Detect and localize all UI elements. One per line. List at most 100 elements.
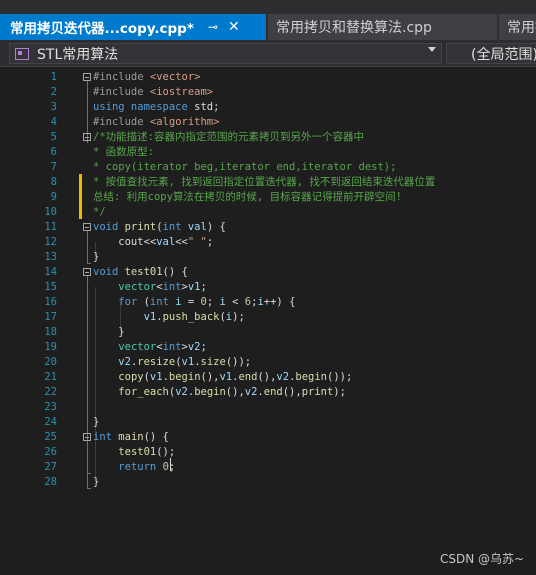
collapse-icon[interactable] [83, 223, 91, 231]
code-text: #include <vector> [93, 70, 200, 85]
code-text: /*功能描述:容器内指定范围的元素拷贝到另外一个容器中 [93, 130, 364, 145]
code-line[interactable]: 5 /*功能描述:容器内指定范围的元素拷贝到另外一个容器中 [0, 130, 536, 145]
code-token: copy [118, 371, 144, 383]
code-token: (), [200, 371, 220, 383]
code-line[interactable]: 16 for (int i = 0; i < 6;i++) { [0, 295, 536, 310]
code-line[interactable]: 22 for_each(v2.begin(),v2.end(),print); [0, 385, 536, 400]
project-dropdown[interactable]: STL常用算法 [9, 43, 442, 64]
code-token: vector [118, 341, 157, 353]
code-editor[interactable]: 1 #include <vector> 2 #include <iostream> 3 u… [0, 67, 536, 575]
code-token: (), [225, 386, 245, 398]
project-icon [15, 47, 29, 60]
code-line[interactable]: 13} [0, 250, 536, 265]
code-line[interactable]: 2 #include <iostream> [0, 85, 536, 100]
code-line[interactable]: 28} [0, 475, 536, 490]
line-number: 19 [44, 341, 57, 353]
code-text: vector<int>v1; [93, 280, 207, 295]
code-line[interactable]: 11 void print(int val) { [0, 220, 536, 235]
code-line[interactable]: 9 总结: 利用copy算法在拷贝的时候, 目标容器记得提前开辟空间! [0, 190, 536, 205]
tab-document-3[interactable]: 常用拷 [499, 14, 536, 40]
code-line[interactable]: 23 [0, 400, 536, 415]
code-line[interactable]: 21 copy(v1.begin(),v1.end(),v2.begin()); [0, 370, 536, 385]
code-token: (); [156, 446, 176, 458]
code-token: 总结: 利用copy算法在拷贝的时候, 目标容器记得提前开辟空间! [93, 191, 402, 203]
code-token: void [93, 266, 125, 278]
code-text: return 0; [93, 460, 175, 475]
code-token: v2 [244, 386, 258, 398]
code-line[interactable]: 4 #include <algorithm> [0, 115, 536, 130]
code-line[interactable]: 17 v1.push_back(i); [0, 310, 536, 325]
code-token: test01 [118, 446, 157, 458]
code-line[interactable]: 10 */ [0, 205, 536, 220]
line-number: 12 [44, 236, 57, 248]
code-token: * copy(iterator beg,iterator end,iterato… [93, 161, 397, 173]
code-text: for (int i = 0; i < 6;i++) { [93, 295, 295, 310]
line-number: 6 [50, 146, 57, 158]
scope-dropdown[interactable]: (全局范围) [446, 43, 536, 64]
line-number: 26 [44, 446, 57, 458]
code-line[interactable]: 24} [0, 415, 536, 430]
code-token: << [175, 236, 188, 248]
code-line[interactable]: 3 using namespace std; [0, 100, 536, 115]
code-token: resize [137, 356, 176, 368]
code-text: } [93, 325, 124, 340]
chevron-down-icon[interactable] [428, 47, 436, 52]
close-icon[interactable]: ✕ [228, 19, 240, 35]
code-line[interactable]: 6 * 函数原型: [0, 145, 536, 160]
code-line[interactable]: 7 * copy(iterator beg,iterator end,iterat… [0, 160, 536, 175]
collapse-icon[interactable] [83, 73, 91, 81]
code-line[interactable]: 19 vector<int>v2; [0, 340, 536, 355]
code-text: } [93, 250, 99, 265]
code-token: begin [194, 386, 226, 398]
code-text: 总结: 利用copy算法在拷贝的时候, 目标容器记得提前开辟空间! [93, 190, 402, 205]
line-number: 18 [44, 326, 57, 338]
tab-document-2[interactable]: 常用拷贝和替换算法.cpp [268, 14, 497, 40]
code-token: ); [232, 311, 245, 323]
code-token: ); [333, 386, 346, 398]
code-token: for_each [118, 386, 169, 398]
code-token: return [118, 461, 163, 473]
code-token: () { [162, 266, 188, 278]
code-token: ()); [225, 356, 252, 368]
code-token: v1 [149, 371, 163, 383]
code-token: v2 [276, 371, 290, 383]
line-number: 1 [50, 71, 57, 83]
watermark: CSDN @乌苏~ [440, 552, 525, 566]
pin-icon[interactable]: ⊸ [208, 20, 218, 34]
tab-bar: 常用拷贝迭代器...copy.cpp* ⊸ ✕ 常用拷贝和替换算法.cpp 常用… [0, 0, 536, 40]
line-number: 11 [44, 221, 57, 233]
tab-active-document[interactable]: 常用拷贝迭代器...copy.cpp* ⊸ ✕ [0, 14, 266, 40]
code-line[interactable]: 18 } [0, 325, 536, 340]
code-line[interactable]: 1 #include <vector> [0, 70, 536, 85]
collapse-icon[interactable] [83, 268, 91, 276]
line-number: 8 [50, 176, 57, 188]
code-token: int [149, 296, 176, 308]
code-line[interactable]: 27 return 0; [0, 460, 536, 475]
code-token: */ [93, 206, 106, 218]
code-line[interactable]: 25 int main() { [0, 430, 536, 445]
code-line[interactable]: 14 void test01() { [0, 265, 536, 280]
code-text: copy(v1.begin(),v1.end(),v2.begin()); [93, 370, 352, 385]
code-line[interactable]: 26 test01(); [0, 445, 536, 460]
code-line[interactable]: 8 * 按值查找元素, 找到返回指定位置迭代器, 找不到返回结束迭代器位置 [0, 175, 536, 190]
collapse-icon[interactable] [83, 433, 91, 441]
code-line[interactable]: 20 v2.resize(v1.size()); [0, 355, 536, 370]
code-text: #include <algorithm> [93, 115, 219, 130]
line-number: 16 [44, 296, 57, 308]
code-text: int main() { [93, 430, 169, 445]
code-token: /*功能描述:容器内指定范围的元素拷贝到另外一个容器中 [93, 131, 364, 143]
code-text: for_each(v2.begin(),v2.end(),print); [93, 385, 346, 400]
navigation-bar: STL常用算法 (全局范围) [0, 40, 536, 67]
code-line[interactable]: 12 cout<<val<<" "; [0, 235, 536, 250]
code-text: v2.resize(v1.size()); [93, 355, 251, 370]
code-line[interactable]: 15 vector<int>v1; [0, 280, 536, 295]
code-text: test01(); [93, 445, 175, 460]
line-number: 10 [44, 206, 57, 218]
collapse-icon[interactable] [83, 133, 91, 141]
line-number: 2 [50, 86, 57, 98]
project-dropdown-label: STL常用算法 [37, 46, 119, 63]
